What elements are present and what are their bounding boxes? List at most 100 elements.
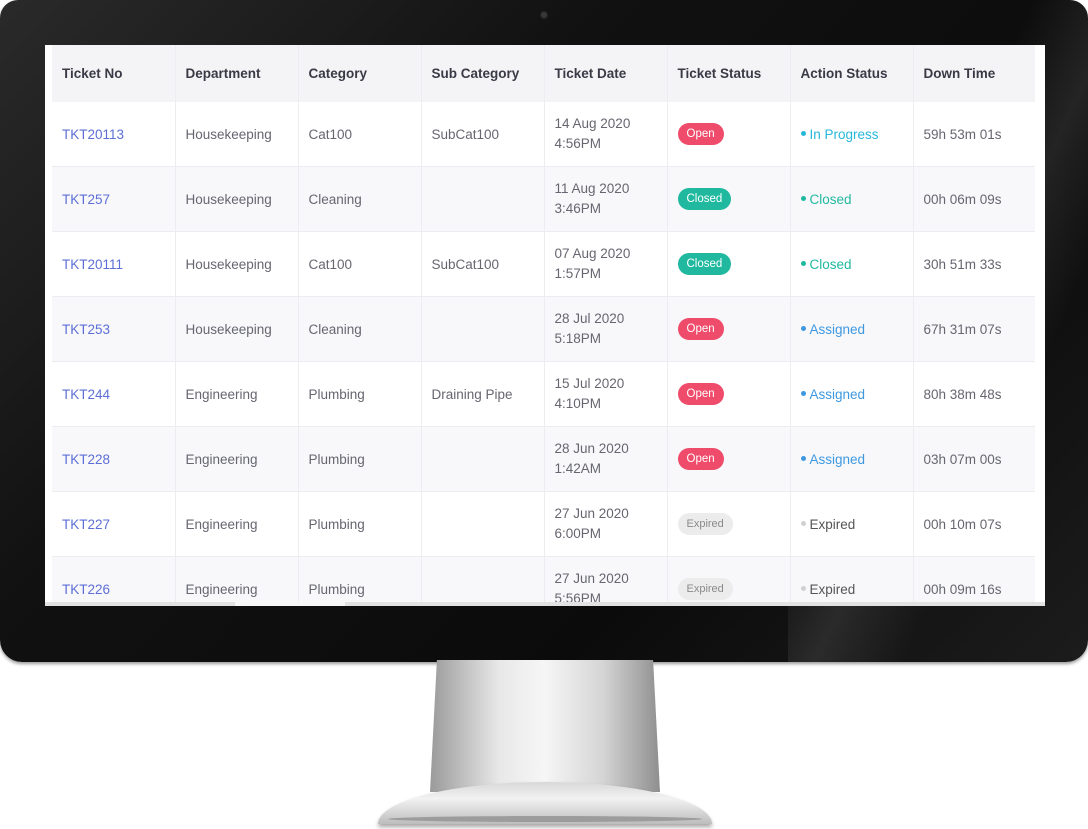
ticket-no-cell: TKT226: [52, 556, 176, 606]
action-status-cell: Assigned: [790, 296, 914, 362]
action-status: Closed: [800, 256, 852, 272]
horizontal-scrollbar[interactable]: [45, 602, 1045, 606]
header-category[interactable]: Category: [298, 45, 422, 102]
ticket-date: 14 Aug 2020: [554, 116, 631, 131]
category-cell: Cleaning: [298, 166, 422, 232]
ticket-link[interactable]: TKT20113: [62, 127, 124, 142]
ticket-date: 07 Aug 2020: [554, 246, 631, 261]
sub-category-cell: [421, 491, 545, 557]
ticket-no-cell: TKT253: [52, 296, 176, 362]
ticket-no-cell: TKT257: [52, 166, 176, 232]
action-status: Assigned: [800, 321, 866, 337]
status-badge: Open: [677, 123, 724, 145]
ticket-date-cell: 14 Aug 2020 4:56PM: [544, 102, 668, 167]
action-status-label: In Progress: [809, 126, 879, 142]
status-badge: Expired: [677, 513, 733, 535]
category-cell: Plumbing: [298, 361, 422, 427]
table-row[interactable]: TKT226 Engineering Plumbing 27 Jun 2020 5:56…: [52, 556, 1035, 606]
table-row[interactable]: TKT20113 Housekeeping Cat100 SubCat100 14 Au…: [52, 102, 1035, 167]
ticket-time: 1:42AM: [554, 461, 602, 476]
action-status-label: Expired: [809, 581, 856, 597]
ticket-no-cell: TKT228: [52, 426, 176, 492]
ticket-date: 15 Jul 2020: [554, 376, 625, 391]
action-status-cell: Expired: [790, 491, 914, 557]
status-dot-icon: [800, 456, 806, 462]
action-status-label: Assigned: [809, 321, 866, 337]
ticket-date: 28 Jun 2020: [554, 441, 629, 456]
ticket-status-cell: Expired: [667, 491, 791, 557]
ticket-no-cell: TKT20111: [52, 231, 176, 297]
action-status: In Progress: [800, 126, 879, 142]
ticket-link[interactable]: TKT253: [62, 322, 110, 337]
table-row[interactable]: TKT257 Housekeeping Cleaning 11 Aug 2020 3:4…: [52, 166, 1035, 232]
action-status-label: Assigned: [809, 386, 866, 402]
category-cell: Plumbing: [298, 556, 422, 606]
sub-category-cell: [421, 556, 545, 606]
status-dot-icon: [800, 586, 806, 592]
ticket-date: 27 Jun 2020: [554, 571, 629, 586]
category-cell: Plumbing: [298, 426, 422, 492]
ticket-link[interactable]: TKT227: [62, 517, 110, 532]
ticket-status-cell: Expired: [667, 556, 791, 606]
header-ticket-no[interactable]: Ticket No: [52, 45, 176, 102]
ticket-status-cell: Closed: [667, 231, 791, 297]
status-dot-icon: [800, 261, 806, 267]
webcam-icon: [540, 11, 548, 19]
ticket-time: 4:56PM: [554, 136, 602, 151]
down-time-cell: 00h 06m 09s: [913, 166, 1035, 232]
ticket-date-cell: 11 Aug 2020 3:46PM: [544, 166, 668, 232]
ticket-date: 28 Jul 2020: [554, 311, 625, 326]
header-action-status[interactable]: Action Status: [790, 45, 914, 102]
action-status-cell: Assigned: [790, 426, 914, 492]
ticket-date: 27 Jun 2020: [554, 506, 629, 521]
header-department[interactable]: Department: [175, 45, 299, 102]
table-row[interactable]: TKT227 Engineering Plumbing 27 Jun 2020 6:00…: [52, 491, 1035, 557]
action-status-label: Closed: [809, 256, 852, 272]
down-time-cell: 67h 31m 07s: [913, 296, 1035, 362]
department-cell: Engineering: [175, 491, 299, 557]
status-badge: Closed: [677, 188, 732, 210]
tickets-table-container: Ticket No Department Category Sub Catego…: [52, 45, 1035, 606]
action-status-label: Expired: [809, 516, 856, 532]
status-dot-icon: [800, 326, 806, 332]
status-badge: Expired: [677, 578, 733, 600]
down-time-cell: 59h 53m 01s: [913, 102, 1035, 167]
department-cell: Housekeeping: [175, 296, 299, 362]
monitor-screen: Ticket No Department Category Sub Catego…: [45, 45, 1045, 606]
scrollbar-thumb[interactable]: [235, 602, 345, 606]
down-time-cell: 00h 09m 16s: [913, 556, 1035, 606]
monitor-stand-base: [378, 782, 712, 824]
department-cell: Housekeeping: [175, 166, 299, 232]
status-dot-icon: [800, 131, 806, 137]
action-status-cell: Expired: [790, 556, 914, 606]
ticket-date: 11 Aug 2020: [554, 181, 630, 196]
ticket-link[interactable]: TKT244: [62, 387, 110, 402]
sub-category-cell: SubCat100: [421, 231, 545, 297]
ticket-link[interactable]: TKT20111: [62, 257, 123, 272]
ticket-status-cell: Closed: [667, 166, 791, 232]
category-cell: Cat100: [298, 102, 422, 167]
department-cell: Engineering: [175, 556, 299, 606]
ticket-time: 1:57PM: [554, 266, 602, 281]
table-row[interactable]: TKT253 Housekeeping Cleaning 28 Jul 2020 5:1…: [52, 296, 1035, 362]
ticket-link[interactable]: TKT257: [62, 192, 110, 207]
header-ticket-status[interactable]: Ticket Status: [667, 45, 791, 102]
action-status: Closed: [800, 192, 852, 207]
table-body: TKT20113 Housekeeping Cat100 SubCat100 14 Au…: [52, 102, 1035, 606]
table-row[interactable]: TKT244 Engineering Plumbing Draining Pipe 15…: [52, 361, 1035, 427]
action-status-cell: Assigned: [790, 361, 914, 427]
ticket-link[interactable]: TKT226: [62, 582, 110, 597]
ticket-status-cell: Open: [667, 102, 791, 167]
header-down-time[interactable]: Down Time: [913, 45, 1035, 102]
header-ticket-date[interactable]: Ticket Date: [544, 45, 668, 102]
down-time-cell: 30h 51m 33s: [913, 231, 1035, 297]
action-status: Expired: [800, 516, 856, 532]
ticket-no-cell: TKT244: [52, 361, 176, 427]
ticket-link[interactable]: TKT228: [62, 452, 110, 467]
table-row[interactable]: TKT228 Engineering Plumbing 28 Jun 2020 1:42…: [52, 426, 1035, 492]
sub-category-cell: [421, 426, 545, 492]
status-badge: Closed: [677, 253, 732, 275]
table-row[interactable]: TKT20111 Housekeeping Cat100 SubCat100 07 Au…: [52, 231, 1035, 297]
header-sub-category[interactable]: Sub Category: [421, 45, 545, 102]
ticket-date-cell: 27 Jun 2020 6:00PM: [544, 491, 668, 557]
